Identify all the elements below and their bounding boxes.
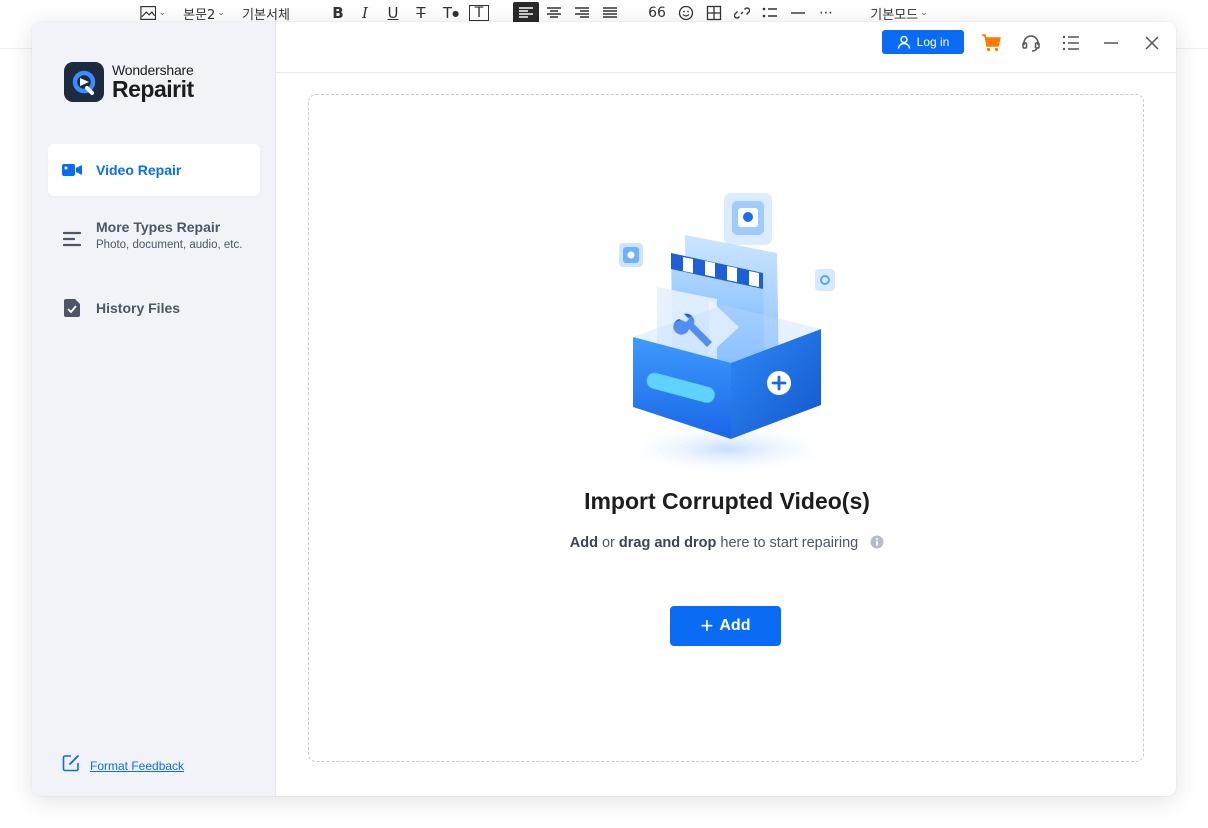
brand-name: Wondershare xyxy=(112,62,194,78)
edit-icon xyxy=(62,754,80,777)
title-bar: Log in xyxy=(276,22,1176,73)
font-select[interactable]: 기본서체 xyxy=(238,2,294,24)
format-feedback[interactable]: Format Feedback xyxy=(62,754,184,777)
bold-button[interactable]: B xyxy=(328,2,348,24)
sidebar-item-history-files[interactable]: History Files xyxy=(48,297,260,319)
add-button[interactable]: + Add xyxy=(670,606,781,646)
more-icon[interactable]: ⋯ xyxy=(814,2,838,24)
list-icon xyxy=(62,229,82,249)
align-center-button[interactable] xyxy=(542,2,566,24)
text-color-button[interactable]: T ● xyxy=(439,2,463,24)
paragraph-style-select[interactable]: 본문2 ⌄ xyxy=(180,2,228,24)
login-label: Log in xyxy=(916,35,950,49)
table-icon[interactable] xyxy=(702,2,726,24)
sidebar-item-more-types-repair[interactable]: More Types Repair Photo, document, audio… xyxy=(48,219,260,259)
drop-title: Import Corrupted Video(s) xyxy=(584,488,870,514)
strikethrough-button[interactable]: T xyxy=(411,2,431,24)
file-check-icon xyxy=(62,298,82,318)
justify-button[interactable] xyxy=(598,2,622,24)
underline-button[interactable]: U xyxy=(383,2,403,24)
italic-button[interactable]: I xyxy=(355,2,375,24)
plus-icon: + xyxy=(700,613,714,638)
bullet-list-icon[interactable] xyxy=(758,2,782,24)
mode-select[interactable]: 기본모드 ⌄ xyxy=(866,2,932,24)
cart-icon[interactable] xyxy=(980,32,1002,54)
app-logo: Wondershare Repairit xyxy=(64,62,194,102)
video-repair-illustration xyxy=(609,187,849,482)
align-left-button[interactable] xyxy=(513,2,539,24)
close-icon[interactable] xyxy=(1141,32,1163,54)
add-button-label: Add xyxy=(719,617,751,634)
sidebar-item-label: More Types Repair xyxy=(96,219,221,235)
align-right-button[interactable] xyxy=(570,2,594,24)
menu-icon[interactable] xyxy=(1060,32,1082,54)
support-headset-icon[interactable] xyxy=(1020,32,1042,54)
user-icon xyxy=(897,35,910,49)
add-text: Add xyxy=(569,535,598,551)
drop-subtitle: Add or drag and drop here to start repai… xyxy=(309,535,1145,553)
sidebar: Wondershare Repairit Video Repair More T… xyxy=(32,22,276,796)
emoji-icon[interactable] xyxy=(674,2,698,24)
image-icon[interactable]: ⌄ xyxy=(140,2,166,24)
format-feedback-link[interactable]: Format Feedback xyxy=(90,759,184,773)
info-icon[interactable] xyxy=(870,535,884,553)
product-name: Repairit xyxy=(112,76,194,102)
link-icon[interactable] xyxy=(730,2,754,24)
repairit-logo-icon xyxy=(64,62,104,102)
minimize-icon[interactable] xyxy=(1100,32,1122,54)
video-camera-icon xyxy=(62,160,82,180)
sidebar-item-label: History Files xyxy=(96,300,181,316)
sidebar-item-sublabel: Photo, document, audio, etc. xyxy=(96,239,243,251)
repairit-window: Wondershare Repairit Video Repair More T… xyxy=(32,22,1176,796)
horizontal-rule-icon[interactable] xyxy=(786,2,810,24)
drop-zone[interactable]: Import Corrupted Video(s) Add or drag an… xyxy=(308,94,1144,762)
drag-drop-text: drag and drop xyxy=(618,535,717,551)
login-button[interactable]: Log in xyxy=(882,30,964,54)
text-box-button[interactable]: T xyxy=(469,5,489,21)
quote-button[interactable]: 66 xyxy=(645,2,669,24)
sidebar-item-label: Video Repair xyxy=(96,162,182,178)
sidebar-item-video-repair[interactable]: Video Repair xyxy=(48,144,260,196)
